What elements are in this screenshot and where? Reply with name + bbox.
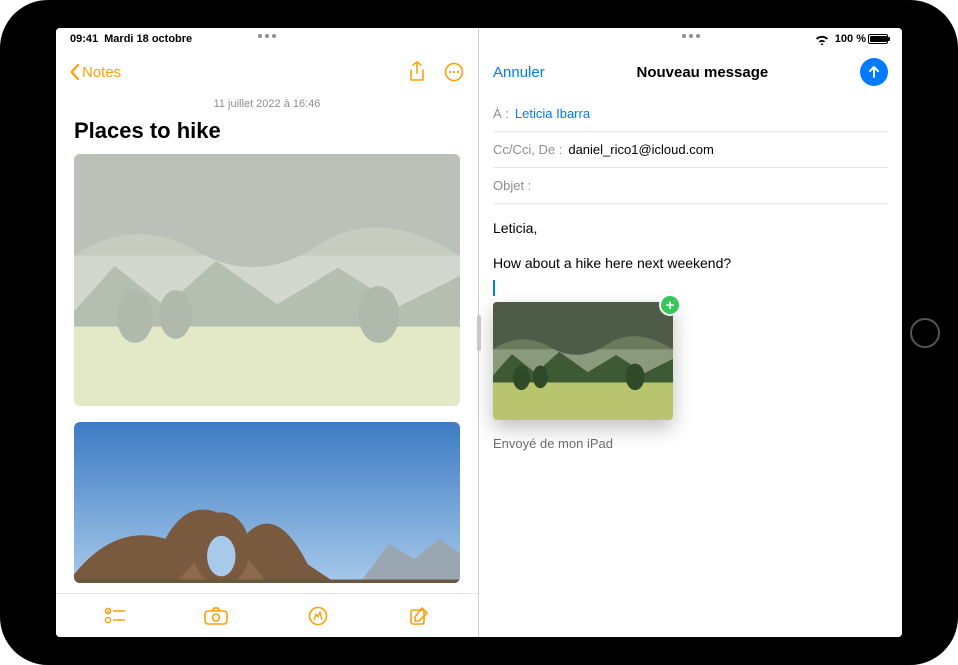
mail-body-line: How about a hike here next weekend? [493, 253, 888, 274]
cc-from-field[interactable]: Cc/Cci, De : daniel_rico1@icloud.com [493, 132, 888, 168]
back-button[interactable]: Notes [70, 64, 121, 81]
note-title[interactable]: Places to hike [56, 118, 478, 154]
to-field[interactable]: À : Leticia Ibarra [493, 96, 888, 132]
wifi-icon [815, 34, 829, 45]
back-button-label: Notes [82, 64, 121, 81]
to-recipient[interactable]: Leticia Ibarra [515, 106, 590, 121]
screen: 09:41 Mardi 18 octobre 100 % Notes [56, 28, 902, 637]
text-cursor [493, 280, 495, 296]
multitask-dots-icon[interactable] [258, 34, 276, 38]
cancel-button[interactable]: Annuler [493, 64, 545, 81]
note-body[interactable] [56, 154, 478, 593]
checklist-icon[interactable] [100, 601, 130, 631]
ipad-device: 09:41 Mardi 18 octobre 100 % Notes [0, 0, 958, 665]
subject-label: Objet : [493, 178, 531, 193]
battery-percent: 100 % [835, 33, 866, 45]
mail-body[interactable]: Leticia, How about a hike here next week… [479, 204, 902, 468]
note-photo-2[interactable] [74, 422, 460, 583]
share-icon[interactable] [408, 61, 426, 83]
mail-body-greeting: Leticia, [493, 218, 888, 239]
multitask-dots-icon[interactable] [682, 34, 700, 38]
status-time: 09:41 [70, 33, 98, 45]
add-badge-icon: + [659, 294, 681, 316]
status-bar: 09:41 Mardi 18 octobre 100 % [56, 28, 902, 50]
note-timestamp: 11 juillet 2022 à 16:46 [56, 96, 478, 118]
compose-icon[interactable] [404, 601, 434, 631]
split-view-divider[interactable] [477, 315, 481, 351]
home-button[interactable] [910, 318, 940, 348]
to-label: À : [493, 106, 509, 121]
notes-app-pane: Notes 11 juillet 2022 à 16:46 Places to … [56, 28, 479, 637]
dragged-photo-thumbnail[interactable]: + [493, 302, 673, 420]
more-icon[interactable] [444, 62, 464, 82]
mail-signature: Envoyé de mon iPad [493, 434, 888, 454]
mail-app-pane: Annuler Nouveau message À : Leticia Ibar… [479, 28, 902, 637]
cc-label: Cc/Cci, De : [493, 142, 562, 157]
battery-indicator: 100 % [835, 33, 888, 45]
send-button[interactable] [860, 58, 888, 86]
notes-toolbar [56, 593, 478, 637]
markup-icon[interactable] [303, 601, 333, 631]
camera-icon[interactable] [201, 601, 231, 631]
mail-title: Nouveau message [636, 64, 768, 81]
note-photo-1[interactable] [74, 154, 460, 406]
status-date: Mardi 18 octobre [104, 33, 192, 45]
from-address: daniel_rico1@icloud.com [568, 142, 713, 157]
subject-field[interactable]: Objet : [493, 168, 888, 204]
